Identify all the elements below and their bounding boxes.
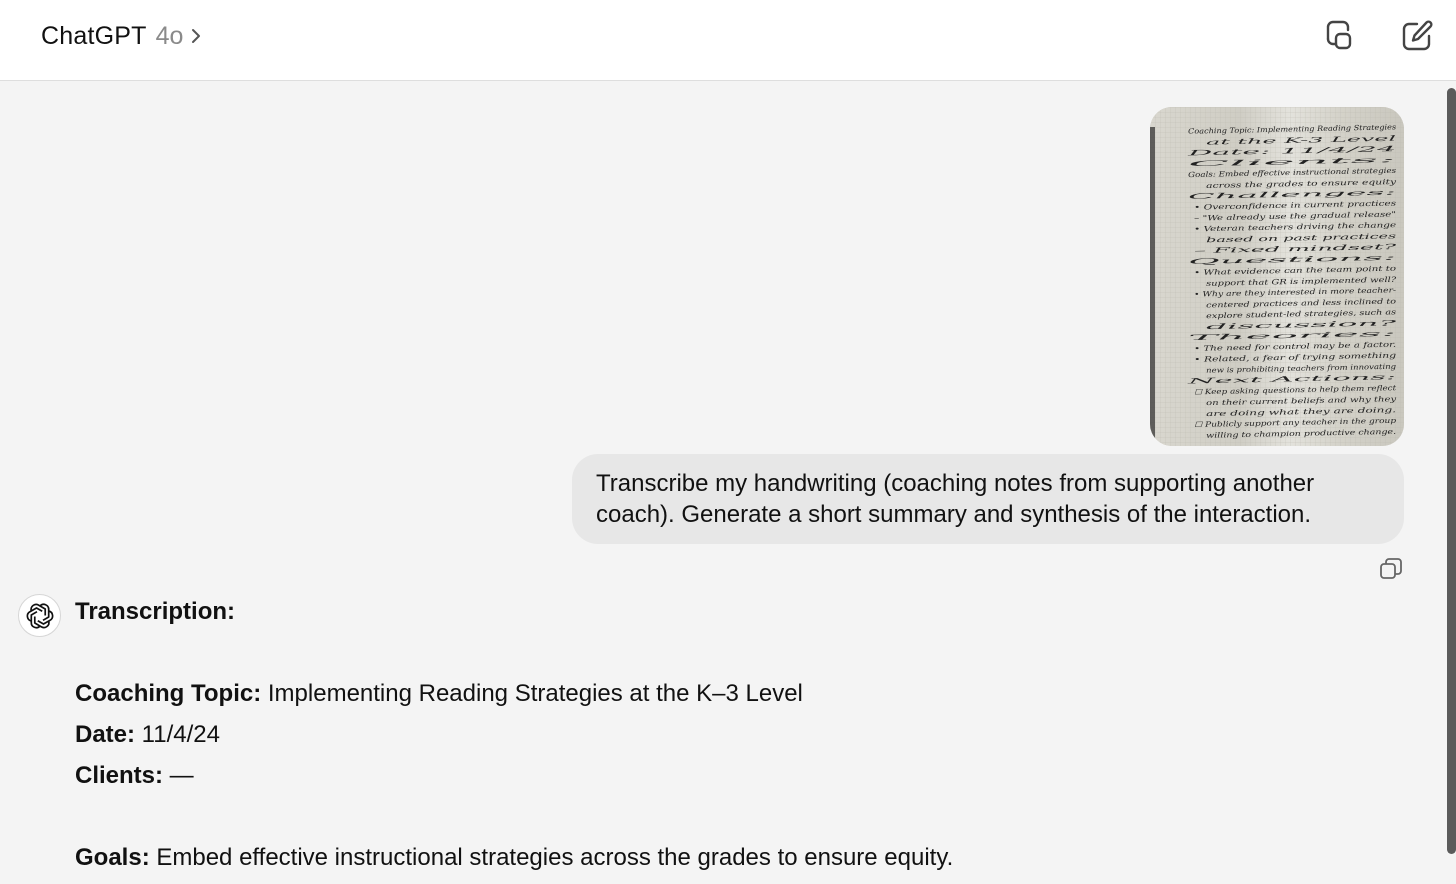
transcription-heading: Transcription: <box>75 598 236 625</box>
field-coaching-topic: Coaching Topic: Implementing Reading Str… <box>75 680 803 708</box>
title-bar: ChatGPT 4o <box>0 0 1456 81</box>
field-value: Implementing Reading Strategies at the K… <box>261 680 803 707</box>
openai-logo-icon <box>26 603 53 628</box>
user-message-bubble: Transcribe my handwriting (coaching note… <box>572 454 1404 544</box>
new-window-icon <box>1326 20 1352 50</box>
user-message-line-2: coach). Generate a short summary and syn… <box>596 501 1312 528</box>
field-label: Goals: <box>75 844 150 871</box>
model-picker[interactable]: ChatGPT 4o <box>41 20 202 52</box>
copy-icon <box>1380 558 1402 579</box>
field-label: Coaching Topic: <box>75 680 262 707</box>
copy-message-button[interactable] <box>1378 556 1404 582</box>
app-name: ChatGPT <box>41 21 147 50</box>
field-value: — <box>163 762 194 789</box>
model-name: 4o <box>155 21 184 50</box>
assistant-avatar <box>18 594 61 637</box>
field-goals: Goals: Embed effective instructional str… <box>75 844 953 872</box>
compose-icon <box>1402 20 1433 51</box>
field-value: Embed effective instructional strategies… <box>149 844 954 871</box>
user-attached-image[interactable]: Coaching Topic: Implementing Reading Str… <box>1150 107 1404 446</box>
chevron-right-icon <box>192 29 201 43</box>
new-chat-button[interactable] <box>1399 18 1435 54</box>
field-label: Date: <box>75 721 136 748</box>
field-value: 11/4/24 <box>135 721 220 748</box>
scrollbar-thumb[interactable] <box>1447 88 1456 854</box>
field-date: Date: 11/4/24 <box>75 721 220 749</box>
user-message-line-1: Transcribe my handwriting (coaching note… <box>596 470 1315 497</box>
handwritten-notes-image: Coaching Topic: Implementing Reading Str… <box>1150 107 1404 446</box>
field-label: Clients: <box>75 762 164 789</box>
new-window-button[interactable] <box>1320 18 1356 54</box>
field-clients: Clients: — <box>75 762 194 790</box>
